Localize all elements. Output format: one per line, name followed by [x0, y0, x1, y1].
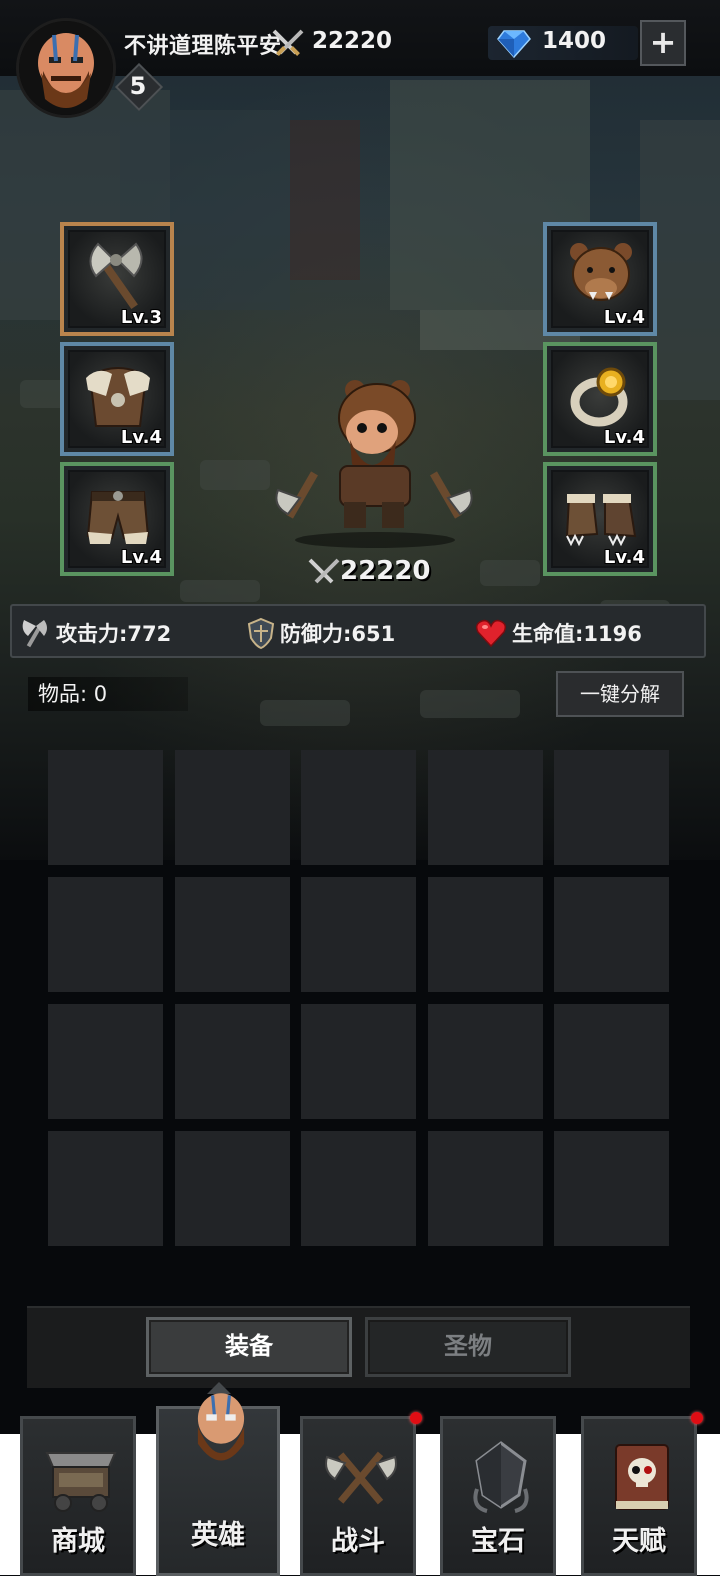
- equip-level: Lv.4: [603, 427, 645, 448]
- inventory-slot[interactable]: [48, 877, 163, 992]
- heart-stat-icon: [475, 619, 507, 648]
- talent-notification-dot: [691, 1412, 703, 1424]
- crossed-swords-icon: [308, 558, 340, 584]
- fur-pants-icon: [86, 491, 150, 544]
- inventory-slot[interactable]: [428, 877, 543, 992]
- defense-stat: 防御力:651: [280, 622, 396, 646]
- gold-ring-icon: [570, 367, 628, 427]
- nav-label: 天赋: [612, 1526, 666, 1557]
- hero-power: 22220: [340, 556, 431, 586]
- tab-equipment[interactable]: 装备: [146, 1317, 352, 1377]
- fur-armor-icon: [86, 367, 150, 427]
- battle-axe-icon: [89, 242, 143, 310]
- inventory-slot[interactable]: [301, 750, 416, 865]
- hp-stat: 生命值:1196: [512, 622, 642, 646]
- inventory-slot[interactable]: [175, 877, 290, 992]
- equip-level: Lv.4: [120, 427, 162, 448]
- inventory-slot[interactable]: [48, 750, 163, 865]
- inventory-tab-panel: [27, 1306, 690, 1388]
- nav-gems[interactable]: 宝石: [440, 1416, 556, 1576]
- nav-label: 宝石: [471, 1526, 525, 1557]
- nav-label: 商城: [51, 1526, 105, 1557]
- equip-level: Lv.4: [603, 547, 645, 568]
- fur-boots-icon: [565, 494, 637, 547]
- equip-slot-helmet[interactable]: Lv.4: [543, 222, 657, 336]
- hero-portrait-icon: [197, 1393, 245, 1461]
- bear-hood-barbarian-icon: [275, 380, 473, 548]
- inventory-slot[interactable]: [48, 1004, 163, 1119]
- equip-level: Lv.3: [120, 307, 162, 328]
- gem-crystal-icon: [473, 1441, 529, 1513]
- inventory-slot[interactable]: [175, 750, 290, 865]
- equip-slot-boots[interactable]: Lv.4: [543, 462, 657, 576]
- axe-stat-icon: [22, 620, 47, 648]
- add-gems-button[interactable]: +: [640, 20, 686, 66]
- player-power: 22220: [312, 28, 393, 54]
- inventory-slot[interactable]: [301, 877, 416, 992]
- inventory-slot[interactable]: [428, 1131, 543, 1246]
- tab-relics[interactable]: 圣物: [365, 1317, 571, 1377]
- crossed-axes-icon: [325, 1451, 397, 1505]
- inventory-slot[interactable]: [175, 1131, 290, 1246]
- player-level-badge: 5: [114, 62, 164, 112]
- inventory-slot[interactable]: [554, 1131, 669, 1246]
- player-level: 5: [129, 72, 147, 100]
- inventory-slot[interactable]: [175, 1004, 290, 1119]
- equip-level: Lv.4: [120, 547, 162, 568]
- equip-slot-axe[interactable]: Lv.3: [60, 222, 174, 336]
- equip-slot-ring[interactable]: Lv.4: [543, 342, 657, 456]
- item-count: 物品: 0: [28, 677, 188, 711]
- player-avatar[interactable]: [16, 18, 116, 118]
- equip-slot-armor[interactable]: Lv.4: [60, 342, 174, 456]
- inventory-slot[interactable]: [48, 1131, 163, 1246]
- decompose-all-button[interactable]: 一键分解: [556, 671, 684, 717]
- equip-level: Lv.4: [603, 307, 645, 328]
- bearded-warrior-portrait-icon: [19, 21, 113, 115]
- shop-cart-icon: [45, 1452, 117, 1512]
- bear-head-helmet-icon: [570, 243, 632, 301]
- inventory-slot[interactable]: [428, 750, 543, 865]
- shield-stat-icon: [247, 617, 275, 650]
- inventory-slot[interactable]: [554, 1004, 669, 1119]
- nav-hero[interactable]: 英雄: [156, 1393, 280, 1576]
- attack-stat: 攻击力:772: [56, 622, 172, 646]
- battle-notification-dot: [410, 1412, 422, 1424]
- nav-talent[interactable]: 天赋: [581, 1416, 697, 1576]
- blue-diamond-icon: [497, 30, 531, 59]
- crossed-swords-icon: [272, 29, 304, 56]
- inventory-grid: [48, 750, 670, 1246]
- inventory-slot[interactable]: [554, 877, 669, 992]
- stats-bar: 攻击力:772 防御力:651 生命值:1196: [10, 604, 706, 658]
- nav-label: 战斗: [331, 1526, 385, 1557]
- inventory-slot[interactable]: [428, 1004, 543, 1119]
- player-name: 不讲道理陈平安: [124, 34, 282, 59]
- equip-slot-pants[interactable]: Lv.4: [60, 462, 174, 576]
- nav-battle[interactable]: 战斗: [300, 1416, 416, 1576]
- nav-label: 英雄: [191, 1520, 245, 1551]
- nav-shop[interactable]: 商城: [20, 1416, 136, 1576]
- inventory-slot[interactable]: [554, 750, 669, 865]
- skull-book-icon: [615, 1444, 669, 1510]
- inventory-slot[interactable]: [301, 1004, 416, 1119]
- gem-count: 1400: [542, 28, 607, 54]
- inventory-slot[interactable]: [301, 1131, 416, 1246]
